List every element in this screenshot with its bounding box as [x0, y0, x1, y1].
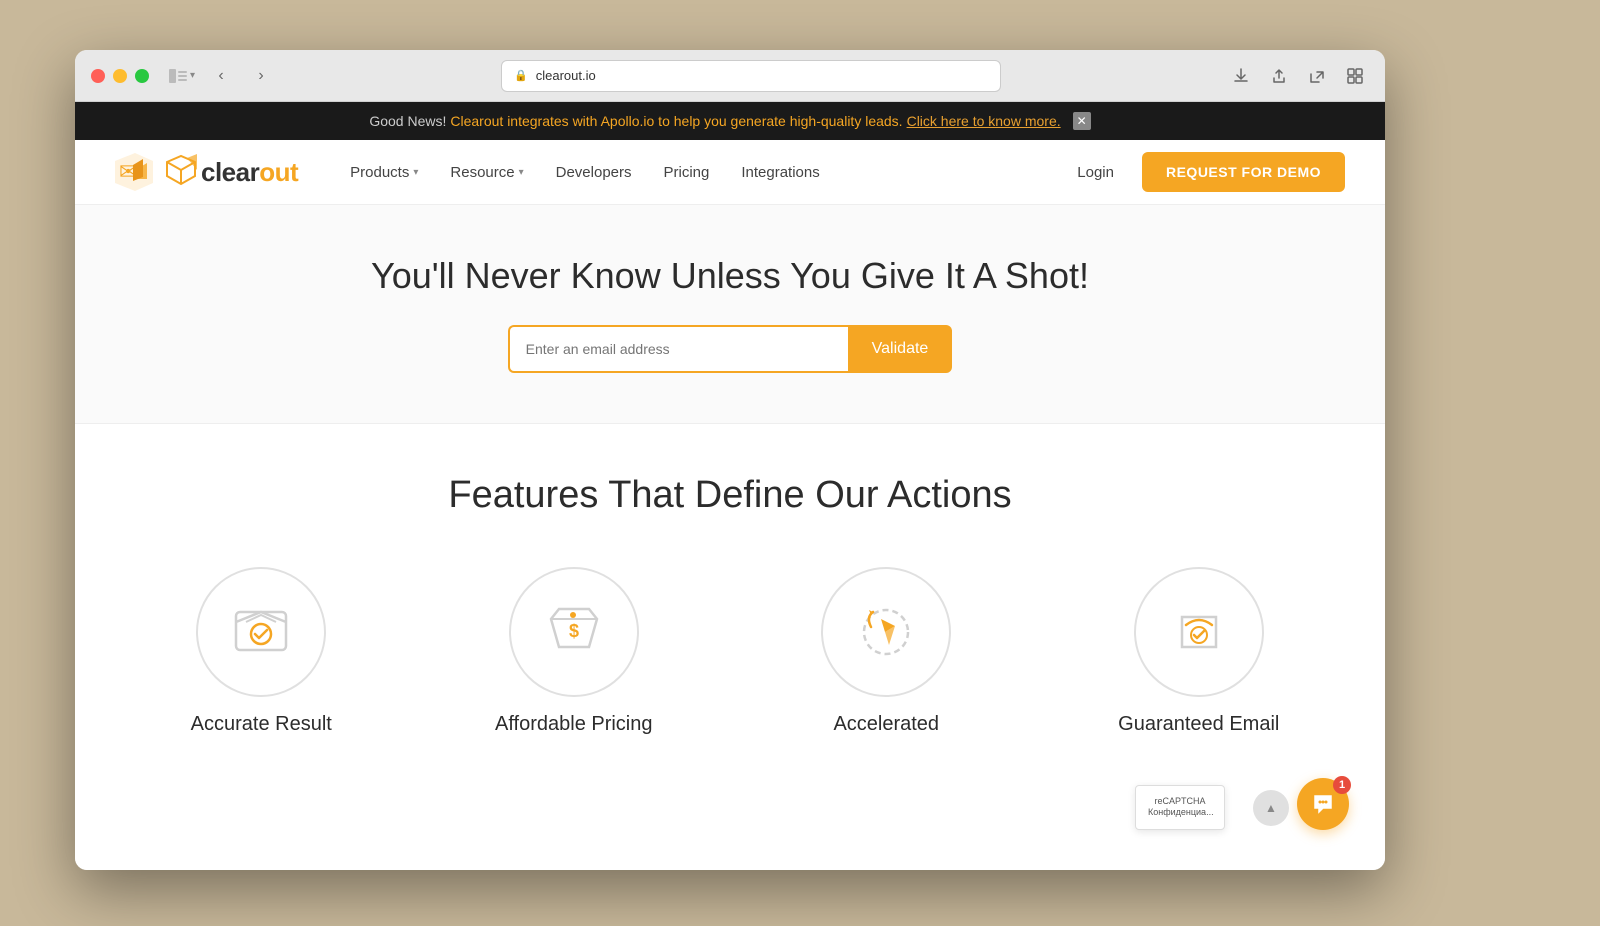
recaptcha-text: reCAPTCHAКонфиденциа...: [1148, 796, 1212, 819]
banner-prefix-text: Good News!: [369, 113, 446, 129]
sidebar-toggle-button[interactable]: ▾: [169, 69, 195, 83]
logo[interactable]: ✉ clearout: [115, 153, 298, 191]
email-input[interactable]: [508, 325, 848, 373]
banner-link[interactable]: Click here to know more.: [907, 113, 1061, 129]
affordable-pricing-label: Affordable Pricing: [495, 713, 653, 736]
forward-button[interactable]: ›: [247, 62, 275, 90]
accurate-result-label: Accurate Result: [191, 713, 332, 736]
lock-icon: 🔒: [514, 69, 528, 82]
nav-products[interactable]: Products ▾: [338, 156, 430, 189]
maximize-window-button[interactable]: [135, 69, 149, 83]
back-button[interactable]: ‹: [207, 62, 235, 90]
announcement-banner: Good News! Clearout integrates with Apol…: [75, 102, 1385, 140]
download-icon[interactable]: [1227, 62, 1255, 90]
accelerated-label: Accelerated: [833, 713, 939, 736]
affordable-pricing-icon-wrap: $: [509, 567, 639, 697]
feature-guaranteed-email: Guaranteed Email: [1053, 567, 1346, 736]
nav-pricing[interactable]: Pricing: [652, 156, 722, 189]
guaranteed-email-icon-wrap: [1134, 567, 1264, 697]
accelerated-icon-wrap: [821, 567, 951, 697]
guaranteed-email-icon: [1164, 597, 1234, 667]
navbar: ✉ clearout: [75, 140, 1385, 205]
chat-button[interactable]: 1: [1297, 778, 1349, 830]
request-demo-button[interactable]: REQUEST FOR DEMO: [1142, 152, 1345, 192]
accurate-result-icon: [226, 597, 296, 667]
minimize-window-button[interactable]: [113, 69, 127, 83]
accelerated-icon: [851, 597, 921, 667]
address-bar[interactable]: 🔒 clearout.io: [501, 60, 1001, 92]
close-window-button[interactable]: [91, 69, 105, 83]
nav-right: Login REQUEST FOR DEMO: [1065, 152, 1345, 192]
feature-affordable-pricing: $ Affordable Pricing: [428, 567, 721, 736]
hero-section: You'll Never Know Unless You Give It A S…: [75, 205, 1385, 424]
features-grid: Accurate Result $ Affordable Pricing: [115, 567, 1345, 736]
guaranteed-email-label: Guaranteed Email: [1118, 713, 1279, 736]
share-icon[interactable]: [1265, 62, 1293, 90]
features-section: Features That Define Our Actions Accurat…: [75, 424, 1385, 776]
logo-icon: ✉: [115, 153, 153, 191]
chat-icon: [1311, 792, 1335, 816]
banner-highlight-text: Clearout integrates with Apollo.io to he…: [450, 113, 902, 129]
nav-resource[interactable]: Resource ▾: [438, 156, 535, 189]
logo-graphic: [159, 154, 201, 190]
titlebar: ▾ ‹ › 🔒 clearout.io: [75, 50, 1385, 102]
validate-button[interactable]: Validate: [848, 325, 953, 373]
recaptcha-badge: reCAPTCHAКонфиденциа...: [1135, 785, 1225, 830]
nav-links: Products ▾ Resource ▾ Developers Pricing…: [338, 156, 1065, 189]
nav-developers[interactable]: Developers: [544, 156, 644, 189]
chat-badge: 1: [1333, 776, 1351, 794]
accurate-result-icon-wrap: [196, 567, 326, 697]
email-validation-form: Validate: [95, 325, 1365, 373]
scroll-up-icon: ▲: [1265, 801, 1277, 815]
login-button[interactable]: Login: [1065, 156, 1126, 189]
resource-arrow-icon: ▾: [519, 167, 524, 178]
traffic-lights: [91, 69, 149, 83]
grid-icon[interactable]: [1341, 62, 1369, 90]
new-tab-icon[interactable]: [1303, 62, 1331, 90]
products-arrow-icon: ▾: [413, 167, 418, 178]
affordable-pricing-icon: $: [539, 597, 609, 667]
feature-accelerated: Accelerated: [740, 567, 1033, 736]
banner-close-button[interactable]: ✕: [1073, 112, 1091, 130]
scroll-up-button[interactable]: ▲: [1253, 790, 1289, 826]
features-title: Features That Define Our Actions: [115, 474, 1345, 517]
feature-accurate-result: Accurate Result: [115, 567, 408, 736]
svg-text:$: $: [569, 621, 579, 641]
logo-text: clearout: [201, 157, 298, 188]
hero-title: You'll Never Know Unless You Give It A S…: [95, 255, 1365, 297]
nav-integrations[interactable]: Integrations: [729, 156, 831, 189]
url-text: clearout.io: [536, 68, 596, 83]
